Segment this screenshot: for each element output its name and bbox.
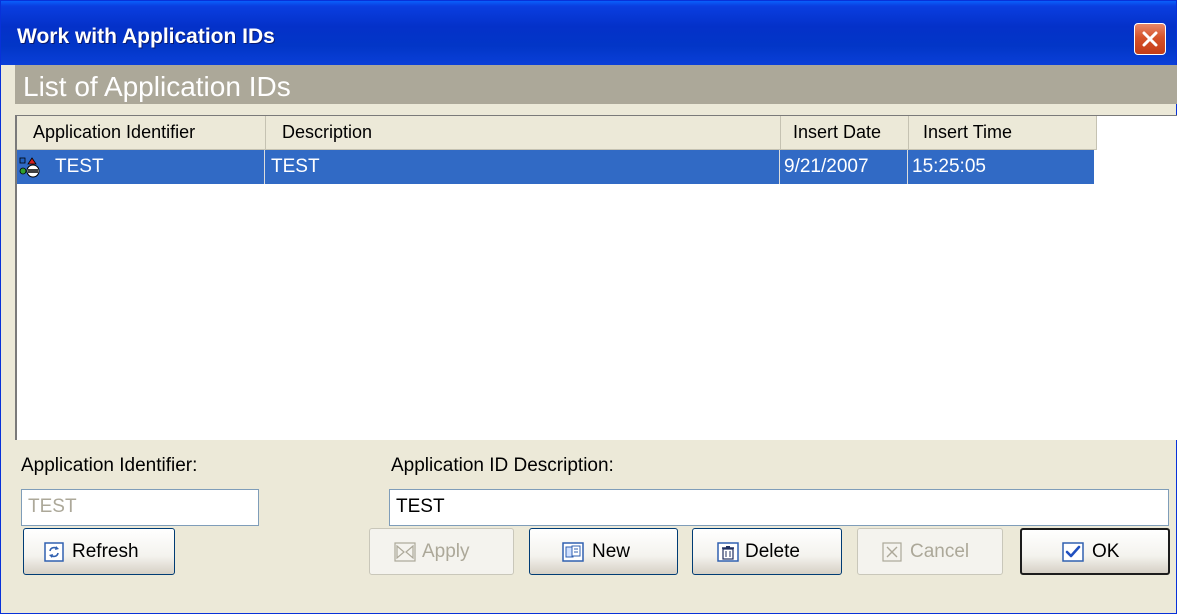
- application-id-description-label: Application ID Description:: [391, 455, 614, 476]
- list-header: Application Identifier Description Inser…: [17, 116, 1097, 150]
- refresh-label: Refresh: [72, 541, 139, 562]
- delete-icon: [717, 542, 739, 568]
- application-id-icon: [19, 157, 41, 184]
- dialog-window: Work with Application IDs List of Applic…: [0, 0, 1177, 614]
- cancel-icon: [882, 542, 902, 568]
- cancel-button[interactable]: Cancel: [857, 528, 1003, 575]
- column-header-insert-time[interactable]: Insert Time: [909, 116, 1097, 149]
- column-divider: [264, 150, 265, 184]
- section-header: List of Application IDs: [15, 65, 1177, 104]
- cell-insert-date: 9/21/2007: [784, 156, 869, 177]
- application-identifier-label: Application Identifier:: [21, 455, 198, 476]
- delete-button[interactable]: Delete: [692, 528, 842, 575]
- cell-description: TEST: [271, 156, 320, 177]
- application-identifier-field: TEST: [21, 489, 259, 526]
- window-title: Work with Application IDs: [17, 25, 275, 48]
- application-id-description-field[interactable]: TEST: [389, 489, 1169, 526]
- cell-insert-time: 15:25:05: [912, 156, 986, 177]
- new-icon: [562, 542, 584, 568]
- refresh-button[interactable]: Refresh: [23, 528, 175, 575]
- cancel-label: Cancel: [910, 541, 970, 562]
- ok-button[interactable]: OK: [1020, 528, 1170, 575]
- delete-label: Delete: [745, 541, 800, 562]
- apply-label: Apply: [422, 541, 470, 562]
- column-header-insert-date[interactable]: Insert Date: [781, 116, 909, 149]
- new-button[interactable]: New: [529, 528, 678, 575]
- table-row[interactable]: TEST TEST 9/21/2007 15:25:05: [17, 150, 1094, 184]
- title-bar[interactable]: Work with Application IDs: [1, 1, 1176, 65]
- ok-label: OK: [1092, 541, 1120, 562]
- checkmark-icon: [1062, 542, 1084, 568]
- close-button[interactable]: [1134, 23, 1166, 55]
- apply-icon: [394, 542, 416, 568]
- column-header-application-identifier[interactable]: Application Identifier: [17, 116, 266, 149]
- cell-application-identifier: TEST: [55, 156, 104, 177]
- application-id-list[interactable]: Application Identifier Description Inser…: [15, 115, 1177, 440]
- column-header-description[interactable]: Description: [266, 116, 781, 149]
- refresh-icon: [44, 542, 64, 568]
- apply-button[interactable]: Apply: [369, 528, 514, 575]
- new-label: New: [592, 541, 631, 562]
